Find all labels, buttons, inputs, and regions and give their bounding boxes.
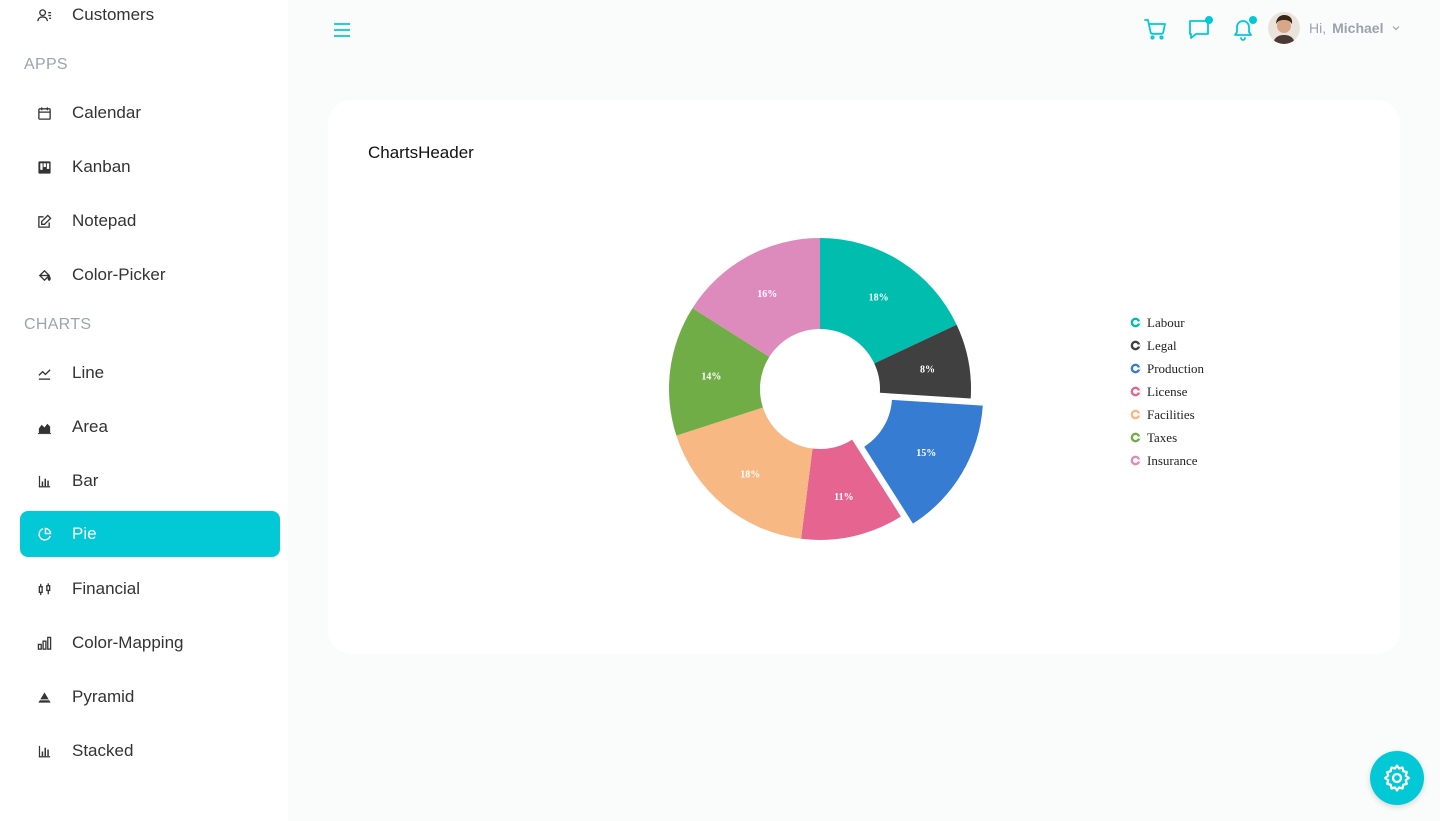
legend-item-insurance[interactable]: Insurance [1130,449,1204,472]
legend-label: Labour [1147,314,1185,330]
legend-label: License [1147,383,1188,399]
greeting-text: Hi, [1309,20,1327,36]
legend-marker-icon [1130,432,1141,443]
area-chart-icon [36,419,52,435]
sidebar-item-financial[interactable]: Financial [20,566,280,612]
sidebar: Customers APPS Calendar Kanban Notepad C… [0,0,288,821]
sidebar-item-label: Calendar [72,103,141,122]
legend-item-legal[interactable]: Legal [1130,334,1204,357]
pyramid-icon [36,689,52,705]
stacked-chart-icon [36,743,52,759]
sidebar-item-kanban[interactable]: Kanban [20,144,280,190]
cart-button[interactable] [1143,17,1167,41]
legend-item-labour[interactable]: Labour [1130,311,1204,334]
chat-notification-dot [1205,16,1213,24]
settings-button[interactable] [1370,751,1424,805]
legend-item-taxes[interactable]: Taxes [1130,426,1204,449]
edit-icon [36,213,52,229]
sidebar-item-label: Line [72,363,105,382]
avatar [1268,12,1300,44]
legend-marker-icon [1130,340,1141,351]
sidebar-item-bar[interactable]: Bar [20,458,280,504]
legend-label: Taxes [1147,429,1178,445]
sidebar-item-label: Stacked [72,741,134,760]
sidebar-item-label: Pie [72,524,97,543]
color-mapping-icon [36,635,52,651]
sidebar-item-label: Bar [72,471,99,490]
pie-data-label: 11% [834,492,853,503]
menu-toggle-button[interactable] [331,19,353,41]
chart-legend: Labour Legal Production License Facilities Ta… [1130,311,1204,472]
sidebar-item-label: Financial [72,579,141,598]
legend-marker-icon [1130,455,1141,466]
legend-item-facilities[interactable]: Facilities [1130,403,1204,426]
legend-label: Legal [1147,337,1177,353]
pie-data-label: 15% [916,448,936,459]
legend-label: Insurance [1147,452,1198,468]
pie-chart-icon [36,526,52,542]
bar-chart-icon [36,473,52,489]
notification-dot [1249,16,1257,24]
customers-icon [36,7,52,23]
sidebar-item-label: Pyramid [72,687,135,706]
kanban-icon [36,159,52,175]
hamburger-icon [334,23,350,37]
cart-icon [1144,19,1166,40]
sidebar-item-pyramid[interactable]: Pyramid [20,674,280,720]
sidebar-item-label: Customers [72,5,155,24]
user-name: Michael [1332,20,1384,36]
line-chart-icon [36,365,52,381]
sidebar-item-label: Kanban [72,157,131,176]
pie-data-label: 18% [869,293,889,304]
paint-bucket-icon [36,267,52,283]
sidebar-heading-apps: APPS [24,56,68,73]
pie-data-label: 16% [757,289,777,300]
pie-chart: 18% 8% 15% 11% 18% 14% 16% [669,238,983,540]
chevron-down-icon [1393,26,1400,31]
legend-label: Production [1147,360,1205,376]
legend-label: Facilities [1147,406,1195,422]
sidebar-item-label: Color-Mapping [72,633,184,652]
sidebar-item-line[interactable]: Line [20,350,280,396]
pie-data-label: 8% [920,364,935,375]
sidebar-item-notepad[interactable]: Notepad [20,198,280,244]
sidebar-item-stacked[interactable]: Stacked [20,728,280,774]
sidebar-item-pie[interactable]: Pie [20,511,280,557]
legend-item-production[interactable]: Production [1130,357,1204,380]
legend-marker-icon [1130,317,1141,328]
sidebar-item-label: Area [72,417,108,436]
legend-marker-icon [1130,363,1141,374]
gear-icon [1384,764,1410,792]
sidebar-item-area[interactable]: Area [20,404,280,450]
user-profile-menu[interactable]: Hi, Michael [1268,12,1401,44]
sidebar-heading-charts: CHARTS [24,316,92,333]
sidebar-item-label: Color-Picker [72,265,166,284]
legend-marker-icon [1130,386,1141,397]
sidebar-item-label: Notepad [72,211,137,230]
pie-data-label: 18% [740,469,760,480]
sidebar-item-color-picker[interactable]: Color-Picker [20,252,280,298]
financial-icon [36,581,52,597]
pie-data-label: 14% [701,371,721,382]
sidebar-item-calendar[interactable]: Calendar [20,90,280,136]
chart-card: ChartsHeader 18% 8% 15% 11% 18% 14% 16% Labour… [328,100,1400,654]
legend-marker-icon [1130,409,1141,420]
legend-item-license[interactable]: License [1130,380,1204,403]
calendar-icon [36,105,52,121]
sidebar-item-color-mapping[interactable]: Color-Mapping [20,620,280,666]
sidebar-item-customers[interactable]: Customers [20,0,280,38]
